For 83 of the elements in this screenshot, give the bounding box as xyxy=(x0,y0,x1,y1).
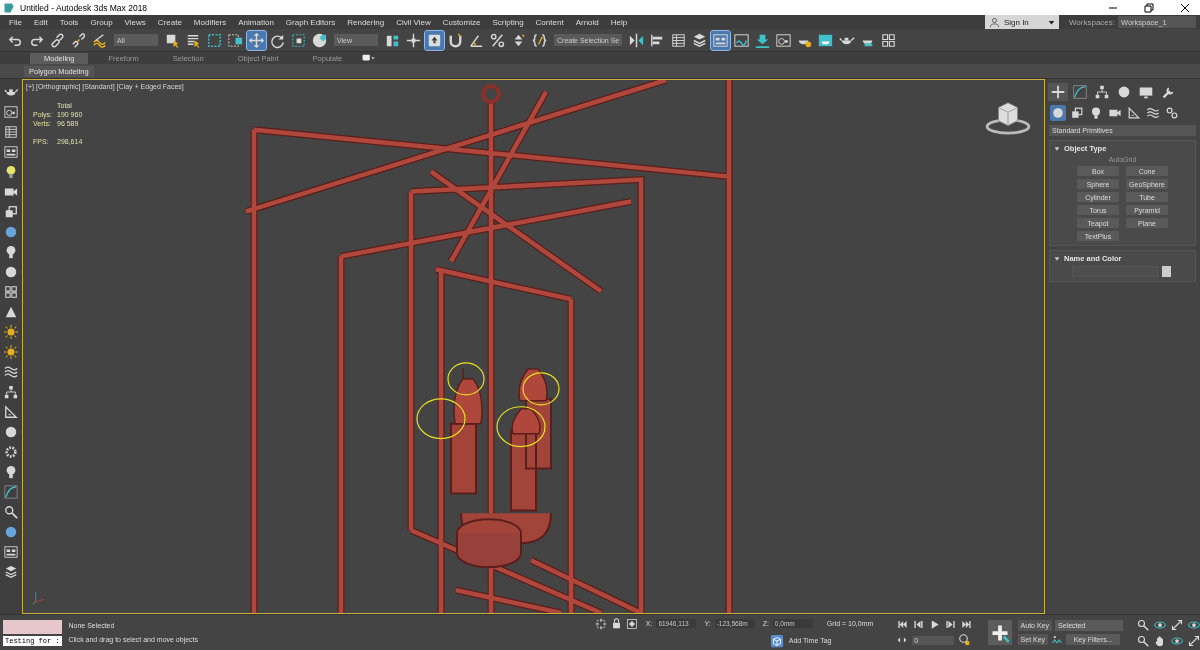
menu-item[interactable]: Create xyxy=(151,17,188,27)
menu-item[interactable]: Content xyxy=(529,17,570,27)
shapes-icon[interactable] xyxy=(1069,105,1085,121)
keyboard-key-icon[interactable] xyxy=(425,30,444,50)
caret-icon xyxy=(1047,18,1055,26)
four-squares-icon[interactable] xyxy=(4,285,18,299)
menu-item[interactable]: Views xyxy=(118,17,152,27)
restore-icon[interactable] xyxy=(1144,2,1154,13)
magnifier-icon[interactable] xyxy=(4,505,18,519)
cone-icon[interactable] xyxy=(4,305,18,319)
sign-in-button[interactable]: Sign In xyxy=(984,15,1059,29)
time-configuration-icon[interactable] xyxy=(959,634,972,646)
absolute-mode-icon[interactable] xyxy=(625,617,638,630)
zoom-icon[interactable] xyxy=(1137,634,1149,647)
go-end-icon[interactable] xyxy=(961,619,973,630)
arrows-icon[interactable] xyxy=(897,635,908,645)
layers-icon[interactable] xyxy=(4,565,18,579)
cube-icon xyxy=(769,633,784,648)
orbit-icon[interactable] xyxy=(1171,634,1183,647)
key-tangent-icon[interactable] xyxy=(1051,633,1064,646)
waves-icon[interactable] xyxy=(4,365,18,379)
window-title: Untitled - Autodesk 3ds Max 2018 xyxy=(20,2,148,13)
maximize-icon[interactable] xyxy=(1188,634,1200,647)
prev-icon[interactable] xyxy=(913,619,925,630)
sun-icon[interactable] xyxy=(4,325,18,339)
user-icon xyxy=(988,16,1000,28)
orbit-icon[interactable] xyxy=(1188,618,1200,631)
waves-icon[interactable] xyxy=(1145,105,1161,121)
window-circles-icon[interactable] xyxy=(4,105,18,119)
triangle-ruler-icon[interactable] xyxy=(1126,105,1142,121)
collapse-triangle-icon[interactable] xyxy=(1054,255,1060,262)
menu-item[interactable]: Graph Editors xyxy=(279,17,342,27)
lock-icon[interactable] xyxy=(610,618,622,629)
menu-item[interactable]: Arnold xyxy=(569,17,605,27)
globe-icon[interactable] xyxy=(4,225,18,239)
sphere-icon[interactable] xyxy=(4,265,18,279)
menu-item[interactable]: Customize xyxy=(436,17,487,27)
listener-output-field[interactable] xyxy=(3,619,63,634)
triangle-ruler-icon[interactable] xyxy=(4,405,18,419)
menu-item[interactable]: Help xyxy=(604,17,634,27)
lightbulb-icon[interactable] xyxy=(4,245,18,259)
shapes-icon[interactable] xyxy=(4,205,18,219)
workspaces-label: Workspaces: xyxy=(1068,17,1115,27)
next-icon[interactable] xyxy=(945,619,957,630)
ribbon-options-icon[interactable] xyxy=(362,54,377,62)
sphere-icon[interactable] xyxy=(4,425,18,439)
table-icon[interactable] xyxy=(4,125,18,139)
menu-item[interactable]: File xyxy=(3,17,28,27)
sphere-icon[interactable] xyxy=(1050,105,1066,121)
collapse-triangle-icon[interactable] xyxy=(1054,145,1060,152)
two-circles-icon[interactable] xyxy=(1164,105,1180,121)
plus-icon[interactable] xyxy=(1048,83,1068,101)
curve-icon[interactable] xyxy=(1070,83,1090,101)
lightbulb-icon[interactable] xyxy=(4,465,18,479)
maximize-icon[interactable] xyxy=(1171,618,1183,631)
zoom-icon[interactable] xyxy=(1137,618,1149,631)
set-keys-button[interactable] xyxy=(988,620,1012,645)
window-grid-icon[interactable] xyxy=(711,30,731,50)
sun-icon[interactable] xyxy=(4,345,18,359)
menu-item[interactable]: Animation xyxy=(232,17,280,27)
color-swatch[interactable] xyxy=(1162,266,1171,277)
menu-item[interactable]: Modifiers xyxy=(187,17,233,27)
window-grid-icon[interactable] xyxy=(4,145,18,159)
menu-item[interactable]: Scripting xyxy=(486,17,530,27)
move-icon[interactable] xyxy=(247,30,266,50)
lamp-icon[interactable] xyxy=(4,165,18,179)
curve-icon[interactable] xyxy=(4,485,18,499)
pan-icon[interactable] xyxy=(1154,634,1166,647)
isolate-icon[interactable] xyxy=(594,617,607,630)
orbit-icon[interactable] xyxy=(1154,618,1166,631)
close-icon[interactable] xyxy=(1180,2,1190,13)
play-icon[interactable] xyxy=(929,619,941,630)
menu-item[interactable]: Civil View xyxy=(390,17,437,27)
window-grid-icon[interactable] xyxy=(4,545,18,559)
app-logo-icon xyxy=(3,1,15,14)
menu-item[interactable]: Rendering xyxy=(341,17,391,27)
axis-tripod-icon xyxy=(31,589,47,605)
globe-icon[interactable] xyxy=(4,525,18,539)
hierarchy-icon[interactable] xyxy=(4,385,18,399)
menu-item[interactable]: Group xyxy=(84,17,119,27)
menu-item[interactable]: Edit xyxy=(27,17,54,27)
menu-item[interactable]: Tools xyxy=(53,17,85,27)
go-start-icon[interactable] xyxy=(897,619,909,630)
